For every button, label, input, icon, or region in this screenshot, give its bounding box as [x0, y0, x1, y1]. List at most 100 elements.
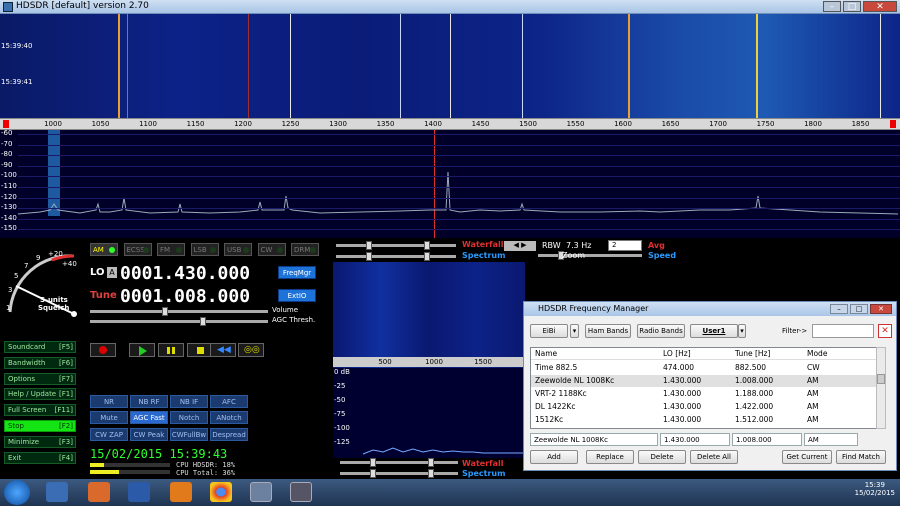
fm-edit-name[interactable]: Zeewolde NL 1008Kc	[530, 433, 658, 446]
dsp-cwfullbw[interactable]: CWFullBw	[170, 428, 208, 441]
frequency-scale[interactable]: 1000 1050 1100 1150 1200 1250 1300 1350 1400 1450…	[0, 118, 900, 130]
dsp-cw-peak[interactable]: CW Peak	[130, 428, 168, 441]
hdsdr-taskbar-icon[interactable]	[250, 482, 272, 502]
volume-knob[interactable]	[162, 307, 168, 316]
zoom-arrows[interactable]: ◀ ▶	[504, 241, 536, 251]
side-button-full-screen[interactable]: Full Screen [F11]	[4, 404, 76, 417]
fm-scrollbar[interactable]	[876, 347, 886, 429]
dsp-nb-if[interactable]: NB IF	[170, 395, 208, 408]
dsp-cw-zap[interactable]: CW ZAP	[90, 428, 128, 441]
fm-find-match-button[interactable]: Find Match	[836, 450, 886, 464]
fm-close-button[interactable]: ✕	[870, 304, 892, 314]
avg-select[interactable]: 2	[608, 240, 642, 251]
minimize-button[interactable]: –	[823, 1, 841, 12]
fm-minimize-button[interactable]: –	[830, 304, 848, 314]
main-waterfall[interactable]: 15:39:40 15:39:41	[0, 14, 900, 118]
explorer-icon[interactable]	[46, 482, 68, 502]
outlook-icon[interactable]	[170, 482, 192, 502]
fm-tab-user1[interactable]: User1	[690, 324, 738, 338]
fm-list-row[interactable]: Zeewolde NL 1008Kc 1.430.000 1.008.000 AM	[531, 375, 881, 387]
dsp-nr[interactable]: NR	[90, 395, 128, 408]
fm-edit-lo[interactable]: 1.430.000	[660, 433, 730, 446]
mode-ecss[interactable]: ECSS	[123, 243, 152, 256]
mode-fm[interactable]: FM	[157, 243, 185, 256]
fm-tab-eibi[interactable]: EiBi	[530, 324, 568, 338]
af-spectrum[interactable]: 0 dB -25 -50 -75 -100 -125	[333, 368, 525, 458]
extio-button[interactable]: ExtIO	[278, 289, 316, 302]
fm-delete-button[interactable]: Delete	[638, 450, 686, 464]
loop-button[interactable]: ◎◎	[238, 343, 264, 357]
dsp-anotch[interactable]: ANotch	[210, 411, 248, 424]
fm-tab-radio-bands[interactable]: Radio Bands	[637, 324, 685, 338]
close-button[interactable]: ✕	[863, 1, 897, 12]
fm-list-row[interactable]: 1512Kc 1.430.000 1.512.000 AM	[531, 414, 881, 426]
tune-row[interactable]: Tune 0001.008.000	[90, 286, 278, 307]
record-button[interactable]	[90, 343, 116, 357]
fm-filter-clear-icon[interactable]: ✕	[878, 324, 892, 338]
main-spectrum[interactable]: -60 -70 -80 -90 -100 -110 -120 -130 -140 -150	[0, 129, 900, 238]
mode-am[interactable]: AM	[90, 243, 118, 256]
dsp-despread[interactable]: Despread	[210, 428, 248, 441]
camera-icon[interactable]	[290, 482, 312, 502]
agc-slider[interactable]	[90, 317, 268, 326]
media-player-icon[interactable]	[88, 482, 110, 502]
mode-usb[interactable]: USB	[224, 243, 252, 256]
lo-row[interactable]: LO A 0001.430.000	[90, 263, 278, 284]
word-icon[interactable]	[128, 482, 150, 502]
dsp-afc[interactable]: AFC	[210, 395, 248, 408]
mode-drm[interactable]: DRM	[291, 243, 319, 256]
fm-replace-button[interactable]: Replace	[586, 450, 634, 464]
waterfall-contrast-slider[interactable]	[336, 241, 456, 250]
freqmgr-button[interactable]: FreqMgr	[278, 266, 316, 279]
spectrum-contrast-slider[interactable]	[336, 252, 456, 261]
tune-label: Tune	[90, 290, 117, 301]
af-frequency-scale[interactable]: 500 1000 1500	[333, 357, 525, 367]
side-button-options[interactable]: Options [F7]	[4, 372, 76, 385]
fm-edit-tune[interactable]: 1.008.000	[732, 433, 802, 446]
rewind-button[interactable]: ◀◀	[210, 343, 236, 357]
side-button-minimize[interactable]: Minimize [F3]	[4, 435, 76, 448]
fm-delete-all-button[interactable]: Delete All	[690, 450, 738, 464]
maximize-button[interactable]: □	[843, 1, 861, 12]
af-waterfall-slider[interactable]	[340, 458, 458, 467]
side-button-exit[interactable]: Exit [F4]	[4, 451, 76, 464]
fm-filter-input[interactable]	[812, 324, 874, 338]
dsp-mute[interactable]: Mute	[90, 411, 128, 424]
mode-lsb[interactable]: LSB	[190, 243, 219, 256]
side-button-label: Minimize	[8, 437, 40, 446]
tune-frequency[interactable]: 0001.008.000	[120, 286, 250, 307]
fm-list-row[interactable]: DL 1422Kc 1.430.000 1.422.000 AM	[531, 401, 881, 413]
mode-cw[interactable]: CW	[257, 243, 286, 256]
side-button-stop[interactable]: Stop [F2]	[4, 420, 76, 432]
af-spectrum-slider[interactable]	[340, 469, 458, 478]
chrome-icon[interactable]	[210, 482, 232, 502]
fm-get-current-button[interactable]: Get Current	[782, 450, 832, 464]
clock[interactable]: 15:39 15/02/2015	[855, 481, 895, 497]
agc-knob[interactable]	[200, 317, 206, 326]
side-button-help-update[interactable]: Help / Update [F1]	[4, 388, 76, 401]
side-button-bandwidth[interactable]: Bandwidth [F6]	[4, 356, 76, 369]
lo-frequency[interactable]: 0001.430.000	[120, 263, 250, 284]
lo-a-badge[interactable]: A	[107, 267, 117, 278]
fm-list[interactable]: Name LO [Hz] Tune [Hz] Mode Time 882.5 474.00…	[530, 347, 882, 429]
pause-button[interactable]	[158, 343, 184, 357]
af-waterfall[interactable]	[333, 262, 525, 368]
play-button[interactable]	[129, 343, 155, 357]
fm-add-button[interactable]: Add	[530, 450, 578, 464]
dsp-agc-fast[interactable]: AGC Fast	[130, 411, 168, 424]
fm-tab-ham-bands[interactable]: Ham Bands	[585, 324, 631, 338]
fm-tab-eibi-arrow[interactable]: ▾	[570, 324, 579, 338]
scroll-left-marker[interactable]	[3, 120, 9, 128]
fm-list-row[interactable]: Time 882.5 474.000 882.500 CW	[531, 362, 881, 374]
volume-slider[interactable]	[90, 307, 268, 316]
fm-maximize-button[interactable]: □	[850, 304, 868, 314]
fm-edit-mode[interactable]: AM	[804, 433, 858, 446]
fm-list-row[interactable]: VRT-2 1188Kc 1.430.000 1.188.000 AM	[531, 388, 881, 400]
scroll-right-marker[interactable]	[890, 120, 896, 128]
side-button-soundcard[interactable]: Soundcard [F5]	[4, 341, 76, 353]
dsp-notch[interactable]: Notch	[170, 411, 208, 424]
start-button[interactable]	[4, 480, 30, 505]
fm-tab-user1-arrow[interactable]: ▾	[738, 324, 746, 338]
dsp-nb-rf[interactable]: NB RF	[130, 395, 168, 408]
zoom-slider[interactable]	[538, 251, 642, 260]
